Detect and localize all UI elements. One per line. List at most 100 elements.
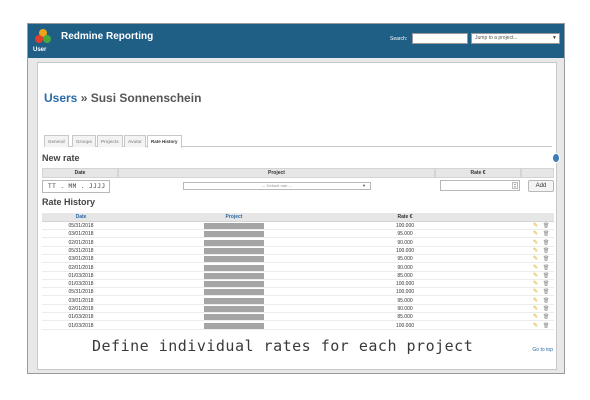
edit-icon[interactable]: ✎ [533,288,538,296]
edit-icon[interactable]: ✎ [533,230,538,238]
row-rate: 95.000 [397,297,413,304]
rate-input[interactable]: ▲ ▼ [440,180,520,191]
edit-icon[interactable]: ✎ [533,239,538,247]
logo-icon [35,29,51,43]
row-date: 01/03/2018 [68,281,94,288]
table-row: 03/01/2018 95.000 ✎ 🗑 [42,297,554,305]
delete-icon[interactable]: 🗑 [543,230,549,238]
table-row: 02/01/2018 90.000 ✎ 🗑 [42,264,554,272]
tab-avatar[interactable]: Avatar [124,135,146,147]
go-to-top-link[interactable]: Go to top [532,347,553,353]
history-col-date[interactable]: Date [42,213,120,222]
table-row: 03/01/2018 95.000 ✎ 🗑 [42,230,554,239]
sidebar-toggle[interactable] [552,153,560,163]
user-menu[interactable]: User [33,47,46,53]
delete-icon[interactable]: 🗑 [543,280,549,288]
rate-spinner[interactable]: ▲ ▼ [512,182,518,189]
chevron-down-icon: ▼ [362,183,366,188]
row-rate: 100.000 [395,322,415,329]
page-title: Users » Susi Sonnenschein [44,91,201,105]
row-rate: 95.000 [397,256,413,263]
row-project-redacted [204,256,264,263]
delete-icon[interactable]: 🗑 [543,255,549,263]
row-rate: 90.000 [397,264,413,271]
table-row: 05/31/2018 100.000 ✎ 🗑 [42,222,554,230]
history-col-rate: Rate € [397,214,413,220]
delete-icon[interactable]: 🗑 [543,305,549,313]
edit-icon[interactable]: ✎ [533,264,538,272]
breadcrumb-users-link[interactable]: Users [44,91,77,105]
tab-general[interactable]: General [44,135,69,147]
jump-select-label: Jump to a project... [475,35,518,41]
delete-icon[interactable]: 🗑 [543,222,549,230]
date-input[interactable]: TT . MM . JJJJ [42,180,110,193]
tab-groups[interactable]: Groups [72,135,97,147]
row-rate: 100.000 [395,281,415,288]
delete-icon[interactable]: 🗑 [543,297,549,305]
delete-icon[interactable]: 🗑 [543,264,549,272]
table-row: 05/31/2018 100.000 ✎ 🗑 [42,288,554,297]
search-input[interactable] [412,33,468,44]
row-project-redacted [204,272,264,279]
row-date: 05/31/2018 [68,223,94,229]
jump-to-project-select[interactable]: Jump to a project... ▼ [471,33,560,44]
edit-icon[interactable]: ✎ [533,313,538,321]
new-rate-heading: New rate [42,153,80,163]
row-project-redacted [204,281,264,288]
row-project-redacted [204,297,264,304]
table-row: 02/01/2018 90.000 ✎ 🗑 [42,239,554,247]
edit-icon[interactable]: ✎ [533,247,538,255]
new-rate-col-project: Project [118,168,435,178]
row-project-redacted [204,239,264,246]
row-project-redacted [204,289,264,296]
row-project-redacted [204,306,264,312]
history-table-header: Date Project Rate € [42,213,554,222]
table-row: 01/03/2018 85.000 ✎ 🗑 [42,272,554,280]
project-select[interactable]: --- Default rate --- ▼ [183,182,371,190]
edit-icon[interactable]: ✎ [533,297,538,305]
new-rate-col-date: Date [42,168,118,178]
row-project-redacted [204,264,264,271]
row-rate: 100.000 [395,223,415,229]
row-rate: 85.000 [397,314,413,321]
row-date: 02/01/2018 [68,264,94,271]
delete-icon[interactable]: 🗑 [543,322,549,330]
row-date: 03/01/2018 [68,297,94,304]
history-col-project[interactable]: Project [192,213,276,222]
table-row: 05/31/2018 100.000 ✎ 🗑 [42,247,554,255]
edit-icon[interactable]: ✎ [533,322,538,330]
row-rate: 100.000 [395,289,415,296]
row-date: 01/03/2018 [68,272,94,279]
edit-icon[interactable]: ✎ [533,222,538,230]
row-project-redacted [204,314,264,321]
caption: Define individual rates for each project [92,337,474,355]
add-button[interactable]: Add [528,180,554,192]
table-row: 01/03/2018 85.000 ✎ 🗑 [42,313,554,322]
row-date: 02/01/2018 [68,306,94,312]
row-project-redacted [204,223,264,229]
edit-icon[interactable]: ✎ [533,305,538,313]
row-date: 03/01/2018 [68,256,94,263]
row-rate: 100.000 [395,247,415,254]
delete-icon[interactable]: 🗑 [543,313,549,321]
tab-projects[interactable]: Projects [97,135,123,147]
app-title[interactable]: Redmine Reporting [61,31,153,42]
project-select-value: --- Default rate --- [261,183,293,188]
tab-rate-history[interactable]: Rate History [147,135,182,148]
table-row: 01/03/2018 100.000 ✎ 🗑 [42,280,554,289]
row-date: 01/03/2018 [68,314,94,321]
delete-icon[interactable]: 🗑 [543,272,549,280]
edit-icon[interactable]: ✎ [533,255,538,263]
row-date: 05/31/2018 [68,247,94,254]
delete-icon[interactable]: 🗑 [543,247,549,255]
search-label: Search: [390,36,408,42]
row-project-redacted [204,322,264,329]
delete-icon[interactable]: 🗑 [543,288,549,296]
row-project-redacted [204,231,264,238]
new-rate-col-rate: Rate € [435,168,521,178]
delete-icon[interactable]: 🗑 [543,239,549,247]
edit-icon[interactable]: ✎ [533,280,538,288]
breadcrumb-current: Susi Sonnenschein [90,91,202,105]
edit-icon[interactable]: ✎ [533,272,538,280]
row-rate: 95.000 [397,231,413,238]
